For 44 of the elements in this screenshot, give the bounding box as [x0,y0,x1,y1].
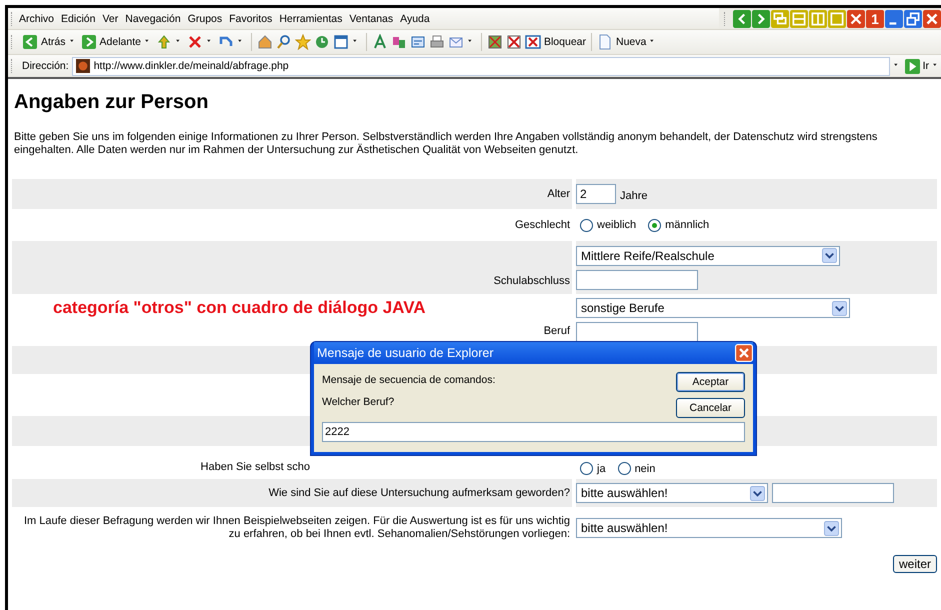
dialog-title: Mensaje de usuario de Explorer [316,346,494,360]
select-dropdown[interactable]: Mittlere Reife/Realschule [576,246,840,266]
select-dropdown[interactable]: sonstige Berufe [576,298,850,318]
prompt-input[interactable]: 2222 [322,422,745,442]
menu-item[interactable]: Edición [61,12,96,26]
menu-item[interactable]: Favoritos [229,12,272,26]
menu-item[interactable]: Navegación [125,12,181,26]
toolbar-button[interactable]: Nueva [616,36,646,48]
menu-item[interactable]: Ayuda [400,12,430,26]
toolbar-button[interactable]: Atrás [41,36,66,48]
address-field[interactable]: http://www.dinkler.de/meinald/abfrage.php [72,56,890,76]
unit-label: Jahre [620,190,648,202]
next-button[interactable]: weiter [892,555,937,573]
select-dropdown[interactable]: bitte auswählen! [576,518,842,538]
field-label: Schulabschluss [494,275,570,288]
menu-item[interactable]: Herramientas [279,12,342,26]
go-button[interactable]: Ir [922,60,929,72]
dialog-button[interactable]: Aceptar [676,372,745,392]
radio-label: männlich [665,219,710,231]
select-dropdown[interactable]: bitte auswählen! [576,483,768,503]
toolbar-button[interactable]: Bloquear [544,36,586,48]
field-label: Haben Sie selbst scho [200,461,310,474]
prompt-text: Welcher Beruf? [322,396,396,408]
field-label: Beruf [544,325,570,338]
field-label: Im Laufe dieser Befragung werden wir Ihnen Beispielwebseiten zeigen. Für die Auswertung ist es für uns wichtig zu erfahren, ob bei Ihnen evtl. Sehanomalien/Sehstörungen vorliegen: [22,515,570,541]
page-title: Angaben zur Person [14,91,210,114]
dialog-button[interactable]: Cancelar [676,398,745,418]
radio-label: ja [597,463,606,475]
menu-item[interactable]: Grupos [188,12,222,26]
menu-item[interactable]: Ver [102,12,118,26]
field-label: Geschlecht [514,218,570,232]
intro-text: Bitte geben Sie uns im folgenden einige Informationen zu Ihrer Person. Selbstverständlich werden Ihre Angaben vollständig anonym behandelt, der Datenschutz wird strengstens eingehalten. Alle Daten werden nur im Rahmen der Untersuchung zur Ästhetischen Qualität von Webseiten genutzt. [14,131,878,157]
field-label: Wie sind Sie auf diese Untersuchung aufmerksam geworden? [268,486,570,500]
radio-label: weiblich [597,219,636,231]
tab-count-button[interactable]: 1 [866,10,884,28]
menu-item[interactable]: Archivo [19,12,54,26]
menu-item[interactable]: Ventanas [349,12,394,26]
field-label: Alter [547,188,570,200]
age-input[interactable]: 2 [576,184,616,204]
toolbar-button[interactable]: Adelante [100,36,141,48]
dialog-message: Mensaje de secuencia de comandos: [322,374,496,386]
annotation-text: categoría "otros" con cuadro de diálogo JAVA [53,298,426,318]
radio-label: nein [634,463,656,475]
address-label: Dirección: [22,60,69,72]
